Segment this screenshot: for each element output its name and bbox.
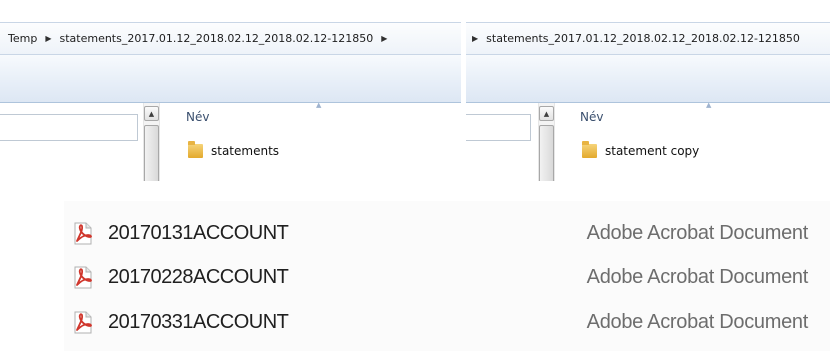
list-item[interactable]: statements: [188, 141, 280, 158]
scroll-up-arrow-icon[interactable]: ▲: [144, 106, 159, 121]
list-item[interactable]: statement copy: [582, 141, 700, 158]
file-name: 20170228ACCOUNT: [108, 265, 289, 288]
file-type: Adobe Acrobat Document: [586, 221, 809, 244]
file-type: Adobe Acrobat Document: [586, 265, 809, 288]
sort-up-icon: ▲: [316, 101, 322, 109]
table-row[interactable]: 20170228ACCOUNT Adobe Acrobat Document: [64, 257, 830, 297]
folder-item-label: statement copy: [605, 144, 700, 158]
column-header-name[interactable]: Név: [186, 110, 209, 124]
folder-icon: [188, 141, 203, 158]
address-bar[interactable]: ▶ statements_2017.01.12_2018.02.12_2018.…: [466, 22, 830, 55]
file-name: 20170131ACCOUNT: [108, 221, 289, 244]
chevron-right-icon[interactable]: ▶: [466, 34, 484, 43]
explorer-window-right: ▶ statements_2017.01.12_2018.02.12_2018.…: [466, 0, 830, 181]
navigation-pane-field[interactable]: [0, 114, 138, 141]
pdf-icon: [74, 222, 92, 244]
scroll-thumb[interactable]: [144, 125, 159, 181]
explorer-window-left: Temp ▶ statements_2017.01.12_2018.02.12_…: [0, 0, 461, 181]
command-bar: [466, 55, 830, 103]
file-name: 20170331ACCOUNT: [108, 310, 289, 333]
breadcrumb-item-statements-folder[interactable]: statements_2017.01.12_2018.02.12_2018.02…: [57, 32, 375, 45]
folder-item-label: statements: [211, 144, 280, 158]
navigation-pane-field[interactable]: [466, 114, 531, 141]
command-bar: [0, 55, 461, 103]
chevron-right-icon[interactable]: ▶: [375, 34, 393, 43]
pdf-icon: [74, 311, 92, 333]
breadcrumb-item-temp[interactable]: Temp: [0, 32, 39, 45]
scroll-thumb[interactable]: [539, 125, 554, 181]
table-row[interactable]: 20170331ACCOUNT Adobe Acrobat Document: [64, 302, 830, 342]
table-row[interactable]: 20170131ACCOUNT Adobe Acrobat Document: [64, 213, 830, 253]
navigation-pane[interactable]: [0, 103, 145, 181]
file-list: 20170131ACCOUNT Adobe Acrobat Document 2…: [64, 201, 830, 351]
folder-icon: [582, 141, 597, 158]
breadcrumb-item-statements-folder[interactable]: statements_2017.01.12_2018.02.12_2018.02…: [484, 32, 802, 45]
scroll-up-arrow-icon[interactable]: ▲: [539, 106, 554, 121]
navigation-pane[interactable]: [466, 103, 538, 181]
sort-up-icon: ▲: [706, 101, 712, 109]
column-header-name[interactable]: Név: [580, 110, 603, 124]
file-type: Adobe Acrobat Document: [586, 310, 809, 333]
pdf-icon: [74, 266, 92, 288]
address-bar[interactable]: Temp ▶ statements_2017.01.12_2018.02.12_…: [0, 22, 461, 55]
chevron-right-icon[interactable]: ▶: [39, 34, 57, 43]
navigation-scrollbar[interactable]: ▲: [143, 103, 160, 181]
navigation-scrollbar[interactable]: ▲: [538, 103, 555, 181]
